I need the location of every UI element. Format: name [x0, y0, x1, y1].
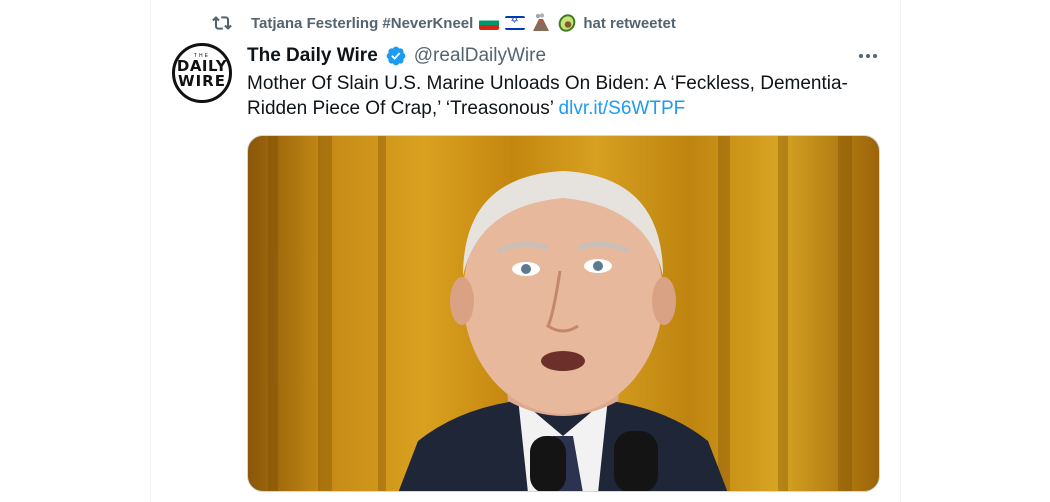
- tweet-link[interactable]: dlvr.it/S6WTPF: [559, 98, 686, 119]
- handle[interactable]: @realDailyWire: [414, 45, 546, 67]
- retweeted-label: hat retweetet: [583, 14, 676, 32]
- dot-icon: [873, 54, 877, 58]
- tweet-header: The Daily Wire @realDailyWire: [247, 44, 546, 68]
- volcano-icon: [531, 13, 551, 33]
- retweet-icon: [211, 12, 233, 34]
- tweet-text: Mother Of Slain U.S. Marine Unloads On B…: [247, 71, 867, 121]
- display-name[interactable]: The Daily Wire: [247, 45, 378, 67]
- verified-badge-icon: [385, 45, 407, 67]
- retweeter-name[interactable]: Tatjana Festerling #NeverKneel: [251, 15, 473, 32]
- bulgaria-flag-icon: [479, 16, 500, 30]
- photo-illustration: [268, 136, 852, 491]
- avatar-text-line2: WIRE: [178, 72, 226, 90]
- more-options-button[interactable]: [851, 42, 885, 70]
- dot-icon: [866, 54, 870, 58]
- tweet-body: Mother Of Slain U.S. Marine Unloads On B…: [247, 73, 848, 119]
- avatar[interactable]: THE DAILY WIRE: [172, 43, 232, 103]
- timeline-column: Tatjana Festerling #NeverKneel hat retwe…: [150, 0, 901, 502]
- avocado-icon: [557, 13, 577, 33]
- retweet-context: Tatjana Festerling #NeverKneel hat retwe…: [211, 12, 676, 34]
- dot-icon: [859, 54, 863, 58]
- israel-flag-icon: [505, 16, 526, 30]
- tweet-media-photo[interactable]: [247, 135, 880, 492]
